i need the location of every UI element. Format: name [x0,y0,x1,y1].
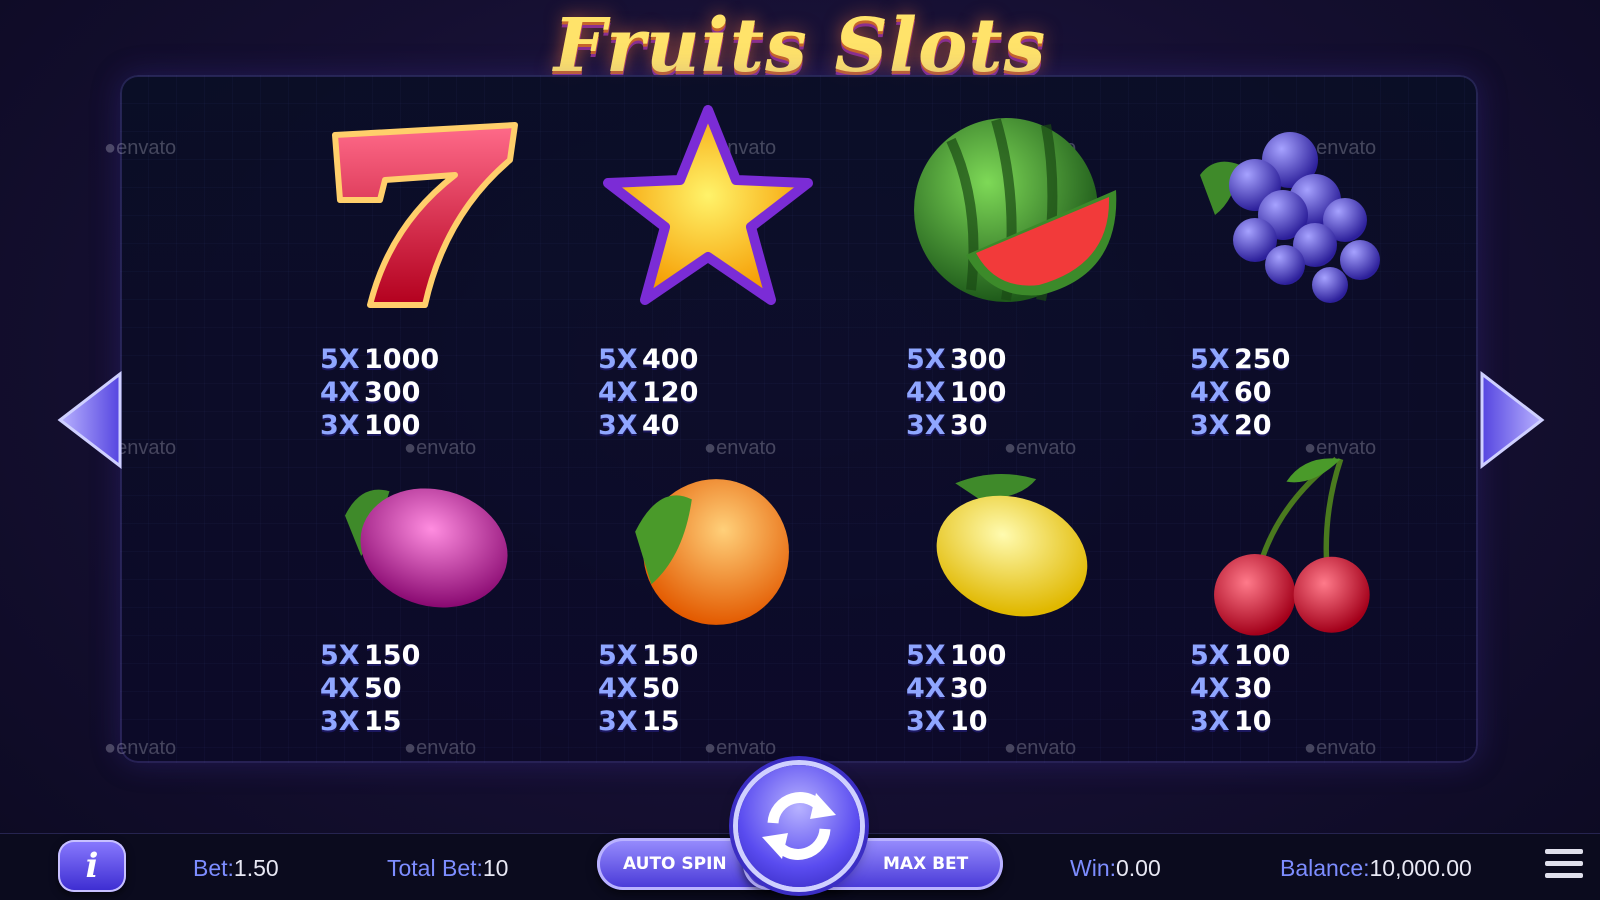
watermark-text: ●envato [104,137,177,159]
payout-list: 5X 100 4X 30 3X 10 [1190,639,1430,738]
payout-row: 4X 30 [1190,673,1272,704]
prev-page-arrow-icon[interactable] [56,370,126,470]
payout-row: 5X 150 [598,640,699,671]
info-button[interactable]: i [58,840,126,892]
next-page-arrow-icon[interactable] [1476,370,1546,470]
paytable-cell-seven: 5X 1000 4X 300 3X 100 [280,85,570,441]
win-display: Win:0.00 [1070,855,1161,881]
star-icon [603,105,813,305]
payout-row: 4X 60 [1190,377,1272,408]
payout-list: 5X 150 4X 50 3X 15 [598,639,838,738]
payout-row: 4X 50 [320,673,402,704]
payout-row: 3X 15 [320,706,402,737]
payout-list: 5X 100 4X 30 3X 10 [906,639,1146,738]
payout-row: 4X 100 [906,377,1007,408]
payout-row: 5X 150 [320,640,421,671]
payout-row: 3X 30 [906,410,988,441]
payout-row: 3X 15 [598,706,680,737]
payout-row: 4X 30 [906,673,988,704]
payout-list: 5X 150 4X 50 3X 15 [320,639,560,738]
bet-display: Bet:1.50 [193,855,279,881]
payout-row: 5X 100 [1190,640,1291,671]
seven-icon [332,122,518,308]
orange-icon [635,479,789,625]
payout-row: 3X 20 [1190,410,1272,441]
grapes-icon [1200,132,1380,303]
paytable-cell-watermelon: 5X 300 4X 100 3X 30 [866,85,1156,441]
paytable-cell-lemon: 5X 100 4X 30 3X 10 [866,467,1156,807]
balance-display: Balance:10,000.00 [1280,855,1472,881]
payout-row: 3X 40 [598,410,680,441]
payout-row: 5X 250 [1190,344,1291,375]
spin-refresh-icon [762,792,836,860]
payout-list: 5X 250 4X 60 3X 20 [1190,343,1430,442]
payout-row: 3X 10 [1190,706,1272,737]
paytable-cell-plum: 5X 150 4X 50 3X 15 [280,467,570,807]
payout-row: 5X 100 [906,640,1007,671]
cherry-icon [1214,456,1370,636]
paytable-cell-orange: 5X 150 4X 50 3X 15 [558,467,848,807]
paytable-cell-grapes: 5X 250 4X 60 3X 20 [1150,85,1440,441]
payout-list: 5X 300 4X 100 3X 30 [906,343,1146,442]
paytable-cell-cherry: 5X 100 4X 30 3X 10 [1150,450,1440,790]
watermark-text: ●envato [104,737,177,759]
payout-row: 3X 10 [906,706,988,737]
plum-icon [345,488,508,608]
lemon-icon [936,473,1088,617]
payout-row: 4X 300 [320,377,421,408]
payout-row: 3X 100 [320,410,421,441]
hamburger-menu-icon[interactable] [1545,849,1583,879]
total-bet-display: Total Bet:10 [387,855,509,881]
spin-button[interactable] [738,765,860,887]
paytable-cell-star: 5X 400 4X 120 3X 40 [558,85,848,441]
payout-row: 5X 1000 [320,344,440,375]
payout-row: 4X 50 [598,673,680,704]
payout-row: 4X 120 [598,377,699,408]
payout-list: 5X 400 4X 120 3X 40 [598,343,838,442]
payout-list: 5X 1000 4X 300 3X 100 [320,343,560,442]
watermelon-icon [914,118,1117,302]
payout-row: 5X 300 [906,344,1007,375]
payout-row: 5X 400 [598,344,699,375]
